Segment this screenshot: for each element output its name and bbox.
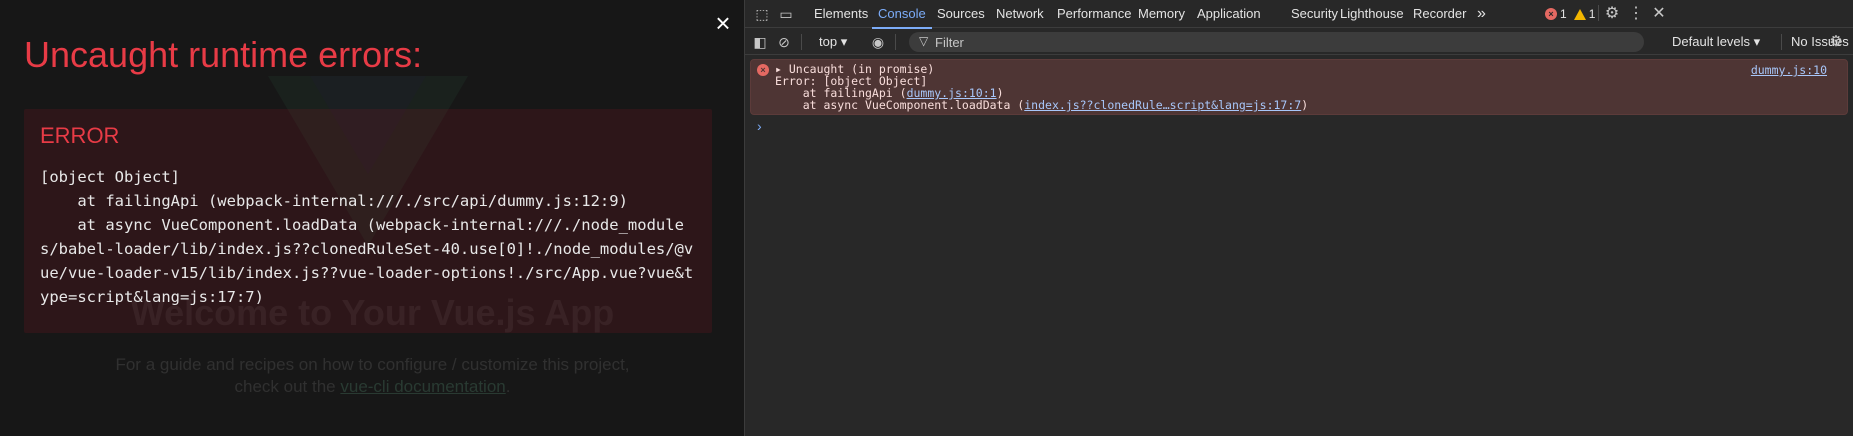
- stack2-link[interactable]: index.js??clonedRule…script&lang=js:17:7: [1024, 98, 1301, 112]
- console-error-message[interactable]: × ▸ Uncaught (in promise) dummy.js:10 Er…: [750, 59, 1848, 115]
- tab-elements[interactable]: Elements: [814, 0, 868, 28]
- more-tabs-icon[interactable]: »: [1477, 0, 1486, 28]
- error-count: 1: [1560, 7, 1567, 21]
- levels-label: Default levels: [1672, 34, 1751, 49]
- close-devtools-icon[interactable]: ✕: [1650, 5, 1668, 23]
- tab-network[interactable]: Network: [996, 0, 1044, 28]
- filter-icon: ▽: [919, 34, 929, 48]
- warning-count: 1: [1588, 7, 1596, 21]
- devtools-tabbar: ⬚ ▭ Elements Console Sources Network Per…: [745, 0, 1853, 29]
- chevron-down-icon: ▾: [840, 34, 848, 49]
- close-overlay-button[interactable]: ×: [712, 10, 734, 36]
- console-toolbar: ◧ ⊘ top ▾ ◉ ▽ Default levels ▾ No Issues…: [745, 29, 1853, 55]
- console-prompt-icon[interactable]: ›: [757, 118, 762, 134]
- error-heading: ERROR: [40, 123, 120, 148]
- message-source-link[interactable]: dummy.js:10: [1751, 63, 1827, 77]
- overlay-title: Uncaught runtime errors:: [24, 34, 423, 75]
- tab-console[interactable]: Console: [872, 0, 932, 29]
- error-overlay: × Uncaught runtime errors: ERROR [object…: [0, 0, 744, 436]
- divider: [1781, 34, 1782, 50]
- stack-line-2: at async VueComponent.loadData (index.js…: [775, 99, 1308, 112]
- tab-performance[interactable]: Performance: [1057, 0, 1131, 28]
- device-toolbar-icon[interactable]: ▭: [777, 5, 795, 23]
- tab-lighthouse[interactable]: Lighthouse: [1340, 0, 1404, 28]
- chevron-down-icon: ▾: [1753, 34, 1761, 49]
- divider: [801, 34, 802, 50]
- error-message: [object Object] at failingApi (webpack-i…: [40, 168, 694, 306]
- divider: [895, 34, 896, 50]
- error-box: ERROR [object Object] at failingApi (web…: [24, 109, 712, 333]
- filter-box: ▽: [909, 32, 1644, 52]
- error-icon: ×: [757, 64, 769, 76]
- sidebar-toggle-icon[interactable]: ◧: [751, 33, 769, 51]
- clear-console-icon[interactable]: ⊘: [775, 33, 793, 51]
- log-levels-dropdown[interactable]: Default levels ▾: [1672, 34, 1760, 50]
- filter-input[interactable]: [935, 34, 1635, 50]
- error-count-badge[interactable]: × 1 1: [1545, 7, 1595, 21]
- tab-recorder[interactable]: Recorder: [1413, 0, 1466, 28]
- inspect-element-icon[interactable]: ⬚: [753, 5, 771, 23]
- screen: Welcome to Your Vue.js App For a guide a…: [0, 0, 1853, 436]
- app-page: Welcome to Your Vue.js App For a guide a…: [0, 0, 745, 436]
- context-value: top: [819, 34, 838, 49]
- divider: [1598, 5, 1599, 21]
- tab-application[interactable]: Application: [1197, 0, 1261, 28]
- context-selector[interactable]: top ▾: [819, 34, 847, 50]
- warning-icon: [1573, 8, 1586, 20]
- more-options-icon[interactable]: ⋮: [1627, 5, 1645, 23]
- tab-sources[interactable]: Sources: [937, 0, 985, 28]
- settings-gear-icon[interactable]: ⚙: [1603, 5, 1621, 23]
- error-icon: ×: [1545, 8, 1557, 20]
- console-settings-icon[interactable]: ⚙: [1827, 33, 1845, 51]
- tab-security[interactable]: Security: [1291, 0, 1338, 28]
- console-output: × ▸ Uncaught (in promise) dummy.js:10 Er…: [745, 56, 1853, 436]
- stack2-prefix: at async VueComponent.loadData (: [775, 98, 1025, 112]
- devtools-panel: ⬚ ▭ Elements Console Sources Network Per…: [745, 0, 1853, 436]
- tab-memory[interactable]: Memory: [1138, 0, 1185, 28]
- eye-icon[interactable]: ◉: [869, 33, 887, 51]
- stack2-suffix: ): [1301, 98, 1309, 112]
